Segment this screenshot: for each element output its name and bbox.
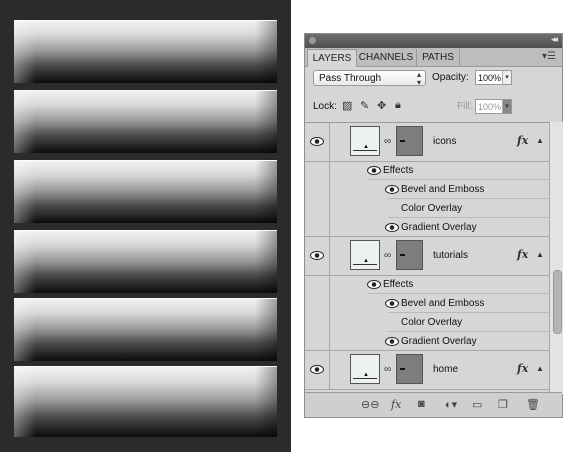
effect-label: Color Overlay: [401, 317, 463, 328]
link-layers-icon[interactable]: ⊖⊖: [361, 398, 379, 411]
link-icon: ∞: [384, 250, 392, 261]
canvas-area: [0, 0, 291, 452]
link-icon: ∞: [384, 136, 392, 147]
effect-row[interactable]: Bevel and Emboss: [305, 180, 549, 199]
add-mask-icon[interactable]: ◙: [418, 398, 425, 410]
expand-effects-icon[interactable]: ▲: [536, 364, 544, 373]
fx-icon[interactable]: fx: [517, 248, 528, 261]
collapse-icon[interactable]: ◂◂: [551, 34, 558, 45]
canvas-button-3: [14, 160, 277, 223]
expand-effects-icon[interactable]: ▲: [536, 136, 544, 145]
mask-icon: [396, 240, 423, 270]
layers-scrollbar[interactable]: [549, 122, 563, 394]
effect-row[interactable]: Gradient Overlay: [305, 332, 549, 351]
canvas-button-1: [14, 20, 277, 83]
lock-image-icon[interactable]: ✎: [360, 99, 369, 112]
effect-label: Gradient Overlay: [401, 222, 477, 233]
lock-position-icon[interactable]: ✥: [377, 99, 386, 112]
folder-icon[interactable]: ▭: [472, 398, 482, 411]
effects-row[interactable]: Effects: [305, 275, 549, 294]
effect-label: Bevel and Emboss: [401, 184, 485, 195]
trash-icon[interactable]: 🗑︎: [526, 398, 540, 411]
panel-bottom-bar: ⊖⊖ fx ◙ ◐▾ ▭ ❐ 🗑︎: [305, 392, 562, 417]
layer-row-icons[interactable]: ▲ ∞ icons fx ▲: [305, 123, 549, 162]
canvas-button-4: [14, 230, 277, 293]
eye-icon[interactable]: [367, 166, 381, 175]
tab-layers[interactable]: LAYERS: [307, 49, 357, 67]
tab-channels[interactable]: CHANNELS: [356, 49, 417, 66]
opacity-field[interactable]: 100% ▾: [475, 70, 512, 85]
link-icon: ∞: [384, 364, 392, 375]
layer-row-tutorials[interactable]: ▲ ∞ tutorials fx ▲: [305, 237, 549, 276]
eye-icon[interactable]: [385, 185, 399, 194]
eye-icon[interactable]: [385, 299, 399, 308]
layer-row-home[interactable]: ▲ ∞ home fx ▲: [305, 351, 549, 390]
fill-dropdown-icon[interactable]: ▾: [502, 100, 511, 113]
effect-row[interactable]: Bevel and Emboss: [305, 294, 549, 313]
tab-paths[interactable]: PATHS: [417, 49, 460, 66]
mask-icon: [396, 126, 423, 156]
eye-icon[interactable]: [385, 337, 399, 346]
effects-label: Effects: [383, 165, 414, 176]
opacity-value: 100%: [478, 73, 502, 83]
layers-panel: ◂◂ LAYERS CHANNELS PATHS ▾☰ Pass Through…: [304, 33, 563, 418]
fill-label: Fill:: [457, 101, 473, 112]
canvas-button-6: [14, 366, 277, 437]
fx-icon[interactable]: fx: [517, 134, 528, 147]
blend-mode-value: Pass Through: [319, 73, 382, 84]
layer-name: home: [433, 364, 459, 375]
close-icon[interactable]: [309, 37, 316, 44]
effect-label: Bevel and Emboss: [401, 298, 485, 309]
eye-icon[interactable]: [385, 223, 399, 232]
opacity-label: Opacity:: [432, 72, 469, 83]
canvas-button-2: [14, 90, 277, 153]
layer-name: icons: [433, 136, 457, 147]
canvas-button-5: [14, 298, 277, 361]
layers-list: ▲ ∞ icons fx ▲ Effects Bevel and Emboss: [305, 122, 549, 395]
panel-tabs: LAYERS CHANNELS PATHS ▾☰: [305, 48, 562, 67]
new-layer-icon[interactable]: ❐: [498, 398, 508, 411]
fx-icon[interactable]: fx: [517, 362, 528, 375]
eye-icon[interactable]: [310, 365, 324, 374]
expand-effects-icon[interactable]: ▲: [536, 250, 544, 259]
effect-row[interactable]: Gradient Overlay: [305, 218, 549, 237]
lock-label: Lock:: [313, 101, 337, 112]
eye-icon[interactable]: [310, 251, 324, 260]
effect-row[interactable]: Color Overlay: [305, 199, 549, 218]
adjustment-icon[interactable]: ◐▾: [445, 398, 457, 411]
lock-all-icon[interactable]: 🔒︎: [395, 99, 401, 112]
add-style-icon[interactable]: fx: [391, 398, 401, 411]
eye-icon[interactable]: [367, 280, 381, 289]
layer-name: tutorials: [433, 250, 469, 261]
eye-icon[interactable]: [310, 137, 324, 146]
effects-row[interactable]: Effects: [305, 161, 549, 180]
fill-value: 100%: [478, 102, 502, 112]
effect-label: Gradient Overlay: [401, 336, 477, 347]
layer-thumbnail: ▲: [350, 354, 380, 384]
scroll-thumb[interactable]: [553, 270, 562, 334]
fill-field[interactable]: 100% ▾: [475, 99, 512, 114]
effect-row[interactable]: Color Overlay: [305, 313, 549, 332]
layer-thumbnail: ▲: [350, 240, 380, 270]
opacity-dropdown-icon[interactable]: ▾: [502, 71, 511, 84]
panel-menu-icon[interactable]: ▾☰: [542, 51, 556, 62]
effect-label: Color Overlay: [401, 203, 463, 214]
mask-icon: [396, 354, 423, 384]
select-arrows-icon: ▴ ▾: [416, 70, 421, 87]
lock-transparent-icon[interactable]: ▨: [342, 99, 352, 112]
panel-titlebar[interactable]: ◂◂: [305, 34, 562, 48]
blend-mode-select[interactable]: Pass Through ▴ ▾: [313, 70, 426, 87]
layer-thumbnail: ▲: [350, 126, 380, 156]
effects-label: Effects: [383, 279, 414, 290]
